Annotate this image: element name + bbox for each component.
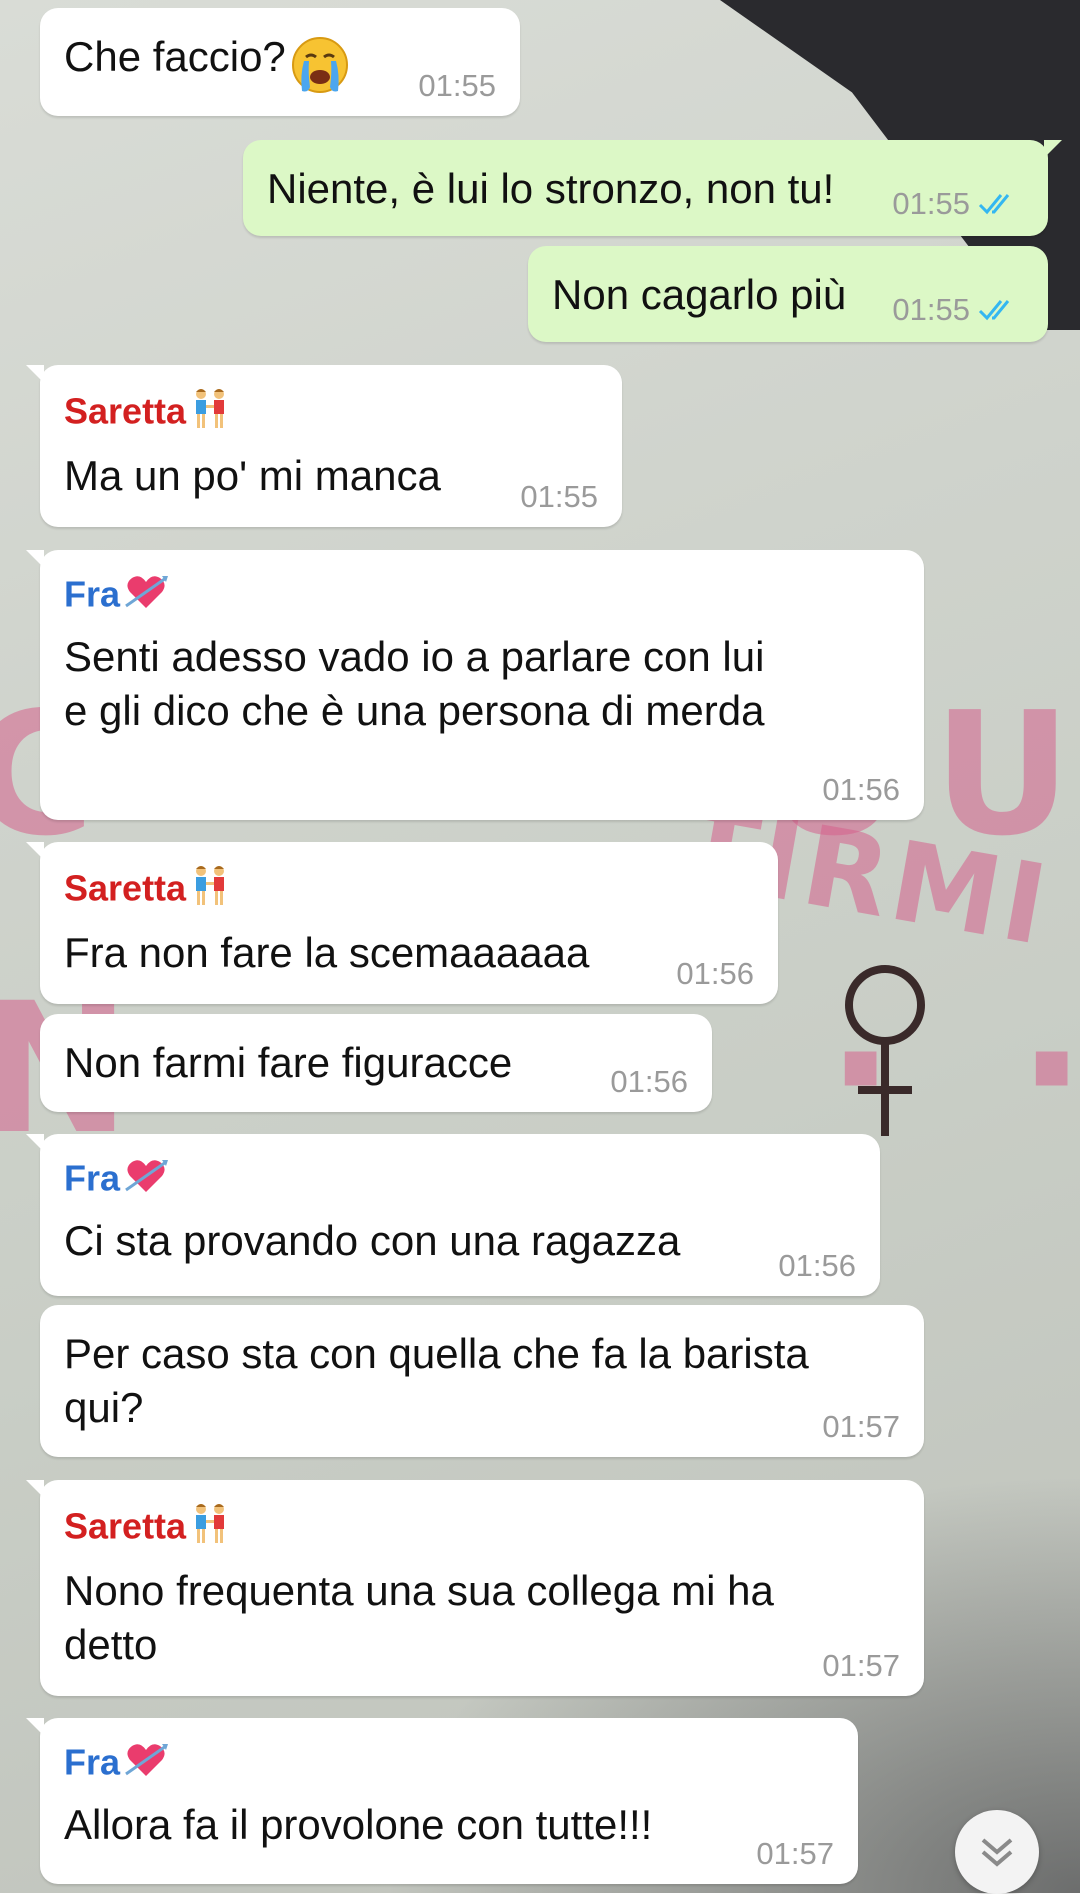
message-time: 01:56 [676, 956, 754, 991]
message-text: Nono frequenta una sua collega mi ha det… [64, 1567, 774, 1668]
wallpaper-venus-symbol [845, 965, 925, 1136]
message-time: 01:56 [778, 1248, 856, 1283]
message-text: Allora fa il provolone con tutte!!! [64, 1801, 653, 1848]
heart-with-arrow-icon [124, 1740, 169, 1790]
message-time: 01:55 [418, 68, 496, 103]
message-text: Per caso sta con quella che fa la barist… [64, 1330, 809, 1431]
crying-face-icon [290, 35, 350, 99]
message-bubble-incoming[interactable]: Che faccio? 01:55 [40, 8, 520, 116]
message-bubble-outgoing[interactable]: Non cagarlo più 01:55 [528, 246, 1048, 342]
message-bubble-incoming[interactable]: Fra Ci sta provando con una ragazza 01:5… [26, 1134, 880, 1296]
message-text: Non farmi fare figuracce [64, 1039, 513, 1086]
sender-name[interactable]: Fra [64, 1156, 856, 1206]
two-women-holding-hands-icon [190, 864, 230, 918]
message-time: 01:55 [520, 479, 598, 514]
message-text: Niente, è lui lo stronzo, non tu! [267, 165, 835, 212]
message-bubble-incoming[interactable]: Saretta Nono frequenta una sua collega m… [26, 1480, 924, 1696]
message-time: 01:57 [756, 1836, 834, 1871]
sender-name[interactable]: Fra [64, 572, 900, 622]
sender-name[interactable]: Saretta [64, 864, 754, 918]
sender-name[interactable]: Fra [64, 1740, 834, 1790]
message-text: Non cagarlo più [552, 271, 847, 318]
heart-with-arrow-icon [124, 1156, 169, 1206]
read-receipt-icon [978, 294, 1020, 330]
two-women-holding-hands-icon [190, 1502, 230, 1556]
message-bubble-incoming[interactable]: Fra Senti adesso vado io a parlare con l… [26, 550, 924, 820]
message-bubble-incoming[interactable]: Per caso sta con quella che fa la barist… [40, 1305, 924, 1457]
message-text: Che faccio? [64, 33, 286, 80]
message-bubble-incoming[interactable]: Fra Allora fa il provolone con tutte!!! … [26, 1718, 858, 1884]
message-time: 01:55 [892, 292, 970, 328]
read-receipt-icon [978, 188, 1020, 224]
message-meta: 01:55 [892, 292, 1020, 330]
message-text: Fra non fare la scemaaaaaa [64, 929, 590, 976]
sender-name[interactable]: Saretta [64, 387, 598, 441]
message-time: 01:57 [822, 1409, 900, 1444]
message-time: 01:57 [822, 1648, 900, 1683]
heart-with-arrow-icon [124, 572, 169, 622]
message-text: Ma un po' mi manca [64, 452, 441, 499]
two-women-holding-hands-icon [190, 387, 230, 441]
double-chevron-down-icon [981, 1838, 1013, 1867]
scroll-to-bottom-button[interactable] [955, 1810, 1039, 1894]
message-text: Senti adesso vado io a parlare con lui e… [64, 633, 765, 734]
message-time: 01:55 [892, 186, 970, 222]
message-time: 01:56 [610, 1064, 688, 1099]
message-bubble-outgoing[interactable]: Niente, è lui lo stronzo, non tu! 01:55 [243, 140, 1062, 236]
message-meta: 01:55 [892, 186, 1020, 224]
message-bubble-incoming[interactable]: Non farmi fare figuracce 01:56 [40, 1014, 712, 1112]
message-text: Ci sta provando con una ragazza [64, 1217, 681, 1264]
message-bubble-incoming[interactable]: Saretta Ma un po' mi manca 01:55 [26, 365, 622, 527]
message-bubble-incoming[interactable]: Saretta Fra non fare la scemaaaaaa 01:56 [26, 842, 778, 1004]
message-time: 01:56 [822, 772, 900, 807]
sender-name[interactable]: Saretta [64, 1502, 900, 1556]
